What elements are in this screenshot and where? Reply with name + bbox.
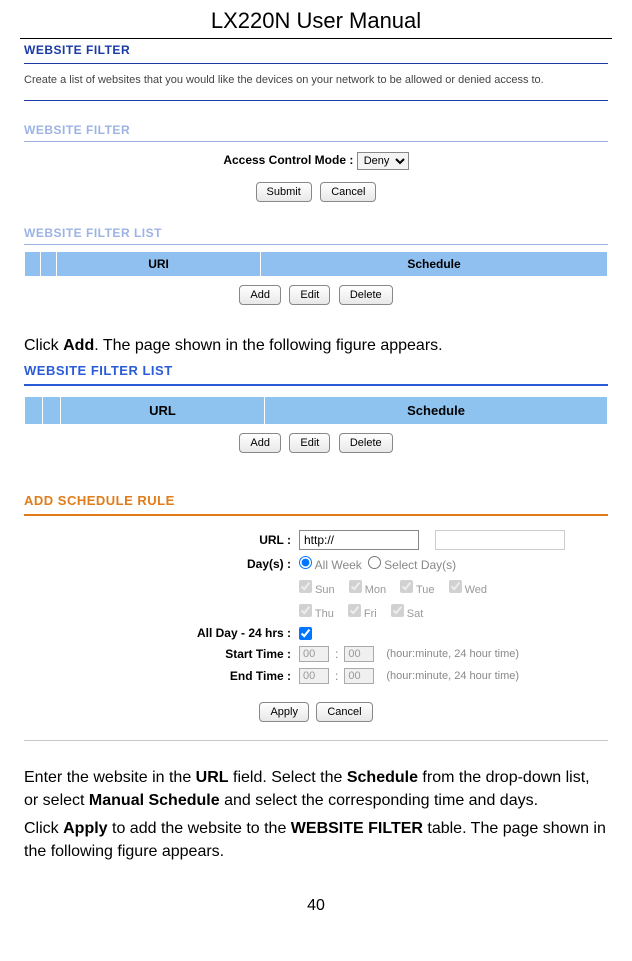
time-hint-2: (hour:minute, 24 hour time) xyxy=(386,670,519,682)
start-time-label: Start Time : xyxy=(24,647,299,661)
website-filter-section: WEBSITE FILTER Create a list of websites… xyxy=(24,43,608,305)
col-url: URL xyxy=(61,397,265,425)
start-min[interactable] xyxy=(344,646,374,662)
wf-subheader: WEBSITE FILTER xyxy=(24,123,608,142)
acm-label: Access Control Mode : xyxy=(223,153,353,167)
cancel-button-2[interactable]: Cancel xyxy=(316,702,372,722)
day-mon[interactable]: Mon xyxy=(349,580,386,596)
all-week-radio[interactable]: All Week xyxy=(299,556,362,572)
url-input[interactable] xyxy=(299,530,419,550)
day-wed[interactable]: Wed xyxy=(449,580,487,596)
start-hour[interactable] xyxy=(299,646,329,662)
edit-button-2[interactable]: Edit xyxy=(289,433,330,453)
end-hour[interactable] xyxy=(299,668,329,684)
instruction-2: Enter the website in the URL field. Sele… xyxy=(24,767,608,812)
col-schedule: Schedule xyxy=(261,252,608,277)
add-button[interactable]: Add xyxy=(239,285,281,305)
apply-button[interactable]: Apply xyxy=(259,702,309,722)
edit-button[interactable]: Edit xyxy=(289,285,330,305)
cancel-button[interactable]: Cancel xyxy=(320,182,376,202)
page-number: 40 xyxy=(24,897,608,915)
col-blank xyxy=(43,397,61,425)
wf2-table: URL Schedule xyxy=(24,396,608,425)
end-time-label: End Time : xyxy=(24,669,299,683)
delete-button[interactable]: Delete xyxy=(339,285,393,305)
add-button-2[interactable]: Add xyxy=(239,433,281,453)
col-blank xyxy=(25,397,43,425)
wf-list-header: WEBSITE FILTER LIST xyxy=(24,226,608,245)
time-hint: (hour:minute, 24 hour time) xyxy=(386,648,519,660)
wf2-header: WEBSITE FILTER LIST xyxy=(24,363,608,386)
day-thu[interactable]: Thu xyxy=(299,604,334,620)
select-days-radio[interactable]: Select Day(s) xyxy=(368,556,456,572)
wf-list-table: URI Schedule xyxy=(24,251,608,277)
wf-desc: Create a list of websites that you would… xyxy=(24,74,608,101)
url-label: URL : xyxy=(24,533,299,547)
col-schedule: Schedule xyxy=(265,397,608,425)
col-uri: URI xyxy=(57,252,261,277)
days-label: Day(s) : xyxy=(24,557,299,571)
col-blank xyxy=(41,252,57,277)
add-rule-header: ADD SCHEDULE RULE xyxy=(24,493,608,516)
col-blank xyxy=(25,252,41,277)
wf-header: WEBSITE FILTER xyxy=(24,43,608,64)
instruction-3: Click Apply to add the website to the WE… xyxy=(24,818,608,863)
day-fri[interactable]: Fri xyxy=(348,604,377,620)
delete-button-2[interactable]: Delete xyxy=(339,433,393,453)
day-tue[interactable]: Tue xyxy=(400,580,434,596)
page-title: LX220N User Manual xyxy=(20,8,612,39)
wf-list-section-2: WEBSITE FILTER LIST URL Schedule Add Edi… xyxy=(24,363,608,741)
end-min[interactable] xyxy=(344,668,374,684)
acm-select[interactable]: Deny xyxy=(357,152,409,170)
allday-label: All Day - 24 hrs : xyxy=(24,626,299,640)
day-sat[interactable]: Sat xyxy=(391,604,424,620)
rule-form: URL : Day(s) : All Week Select Day(s) Su… xyxy=(24,530,608,722)
url-input-2[interactable] xyxy=(435,530,565,550)
submit-button[interactable]: Submit xyxy=(256,182,312,202)
allday-checkbox[interactable] xyxy=(299,627,312,640)
instruction-1: Click Add. The page shown in the followi… xyxy=(24,335,608,357)
day-sun[interactable]: Sun xyxy=(299,580,335,596)
